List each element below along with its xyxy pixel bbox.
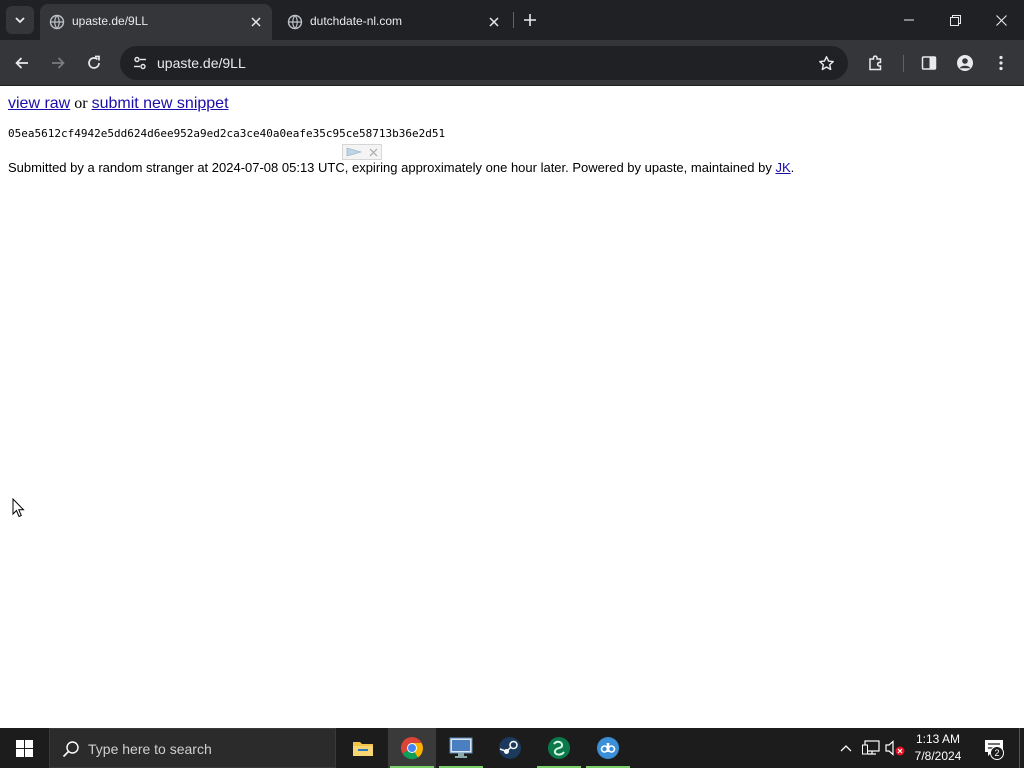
tray-overflow-button[interactable] [836, 728, 856, 768]
chrome-app[interactable] [388, 728, 436, 768]
puzzle-icon [869, 55, 882, 71]
back-button[interactable] [8, 49, 36, 77]
reload-button[interactable] [80, 49, 108, 77]
close-icon [995, 14, 1007, 26]
close-window-button[interactable] [978, 0, 1024, 40]
restore-icon [949, 14, 961, 26]
green-app-icon [548, 737, 570, 759]
toolbar-divider [903, 55, 904, 72]
mouse-cursor-icon [12, 498, 25, 518]
file-explorer-app[interactable] [339, 728, 387, 768]
ad-close-icon[interactable] [365, 145, 381, 159]
site-info-icon[interactable] [126, 49, 154, 77]
steam-icon [499, 737, 521, 759]
profile-button[interactable] [951, 49, 979, 77]
remote-desktop-icon [449, 737, 473, 758]
network-icon [862, 740, 880, 755]
show-desktop-button[interactable] [1019, 728, 1024, 768]
side-panel-icon [921, 56, 937, 70]
steam-app[interactable] [486, 728, 534, 768]
search-icon [62, 741, 79, 758]
kebab-menu-icon [999, 55, 1003, 71]
close-tab-icon[interactable] [484, 12, 504, 32]
page-content: view raw or submit new snippet 05ea5612c… [0, 87, 1024, 728]
folder-icon [353, 742, 373, 756]
tab-upaste[interactable]: upaste.de/9LL [40, 4, 272, 40]
taskbar-clock[interactable]: 1:13 AM 7/8/2024 [906, 731, 970, 765]
taskbar-search[interactable]: Type here to search [49, 728, 336, 768]
chevron-up-icon [840, 745, 852, 752]
forward-button[interactable] [44, 49, 72, 77]
tab-dutchdate[interactable]: dutchdate-nl.com [278, 4, 510, 40]
minimize-icon [904, 19, 914, 21]
windows-logo-icon [15, 739, 33, 757]
volume-button[interactable] [884, 728, 906, 768]
minimize-button[interactable] [886, 0, 932, 40]
snippet-content: 05ea5612cf4942e5dd624d6ee952a9ed2ca3ce40… [8, 127, 446, 140]
clock-time: 1:13 AM [915, 732, 961, 746]
tab-title: upaste.de/9LL [72, 14, 149, 28]
plus-icon [524, 14, 536, 26]
tab-strip: upaste.de/9LL dutchdate-nl.com [0, 0, 1024, 40]
arrow-left-icon [15, 57, 28, 69]
volume-muted-icon [885, 740, 905, 756]
footer-text: Submitted by a random stranger at 2024-0… [8, 160, 776, 175]
search-placeholder: Type here to search [88, 741, 212, 757]
submit-new-snippet-link[interactable]: submit new snippet [92, 95, 229, 112]
page-footer: Submitted by a random stranger at 2024-0… [8, 160, 794, 175]
close-tab-icon[interactable] [246, 12, 266, 32]
qbittorrent-icon [597, 737, 619, 759]
address-bar[interactable]: upaste.de/9LL [120, 46, 848, 80]
qbittorrent-app[interactable] [584, 728, 632, 768]
new-tab-button[interactable] [518, 8, 542, 32]
network-button[interactable] [860, 728, 882, 768]
chrome-icon [401, 737, 423, 760]
tab-divider [513, 12, 514, 28]
side-panel-button[interactable] [915, 49, 943, 77]
view-raw-link[interactable]: view raw [8, 95, 70, 112]
bookmark-star-icon[interactable] [812, 49, 840, 77]
notification-count: 2 [990, 746, 1004, 760]
taskbar: Type here to search 1:13 AM 7/8/2024 2 [0, 728, 1024, 768]
browser-toolbar: upaste.de/9LL [0, 40, 1024, 86]
clock-date: 7/8/2024 [914, 749, 962, 763]
footer-end: . [790, 160, 795, 175]
reload-icon [88, 55, 100, 69]
arrow-right-icon [52, 57, 65, 69]
green-app[interactable] [535, 728, 583, 768]
tab-title: dutchdate-nl.com [310, 14, 403, 28]
chevron-down-icon [15, 17, 25, 24]
ad-badge[interactable] [342, 144, 382, 160]
restore-button[interactable] [932, 0, 978, 40]
menu-button[interactable] [987, 49, 1015, 77]
tab-search-button[interactable] [6, 6, 34, 34]
links-separator: or [70, 95, 92, 112]
address-url[interactable]: upaste.de/9LL [157, 55, 246, 71]
maintainer-link[interactable]: JK [775, 160, 790, 175]
profile-icon [957, 55, 973, 71]
remote-desktop-app[interactable] [437, 728, 485, 768]
extensions-button[interactable] [862, 49, 890, 77]
notifications-button[interactable]: 2 [978, 728, 1010, 768]
ad-play-icon[interactable] [343, 145, 365, 159]
globe-icon [49, 14, 65, 30]
top-links: view raw or submit new snippet [8, 95, 229, 113]
start-button[interactable] [0, 728, 48, 768]
globe-icon [287, 14, 303, 30]
